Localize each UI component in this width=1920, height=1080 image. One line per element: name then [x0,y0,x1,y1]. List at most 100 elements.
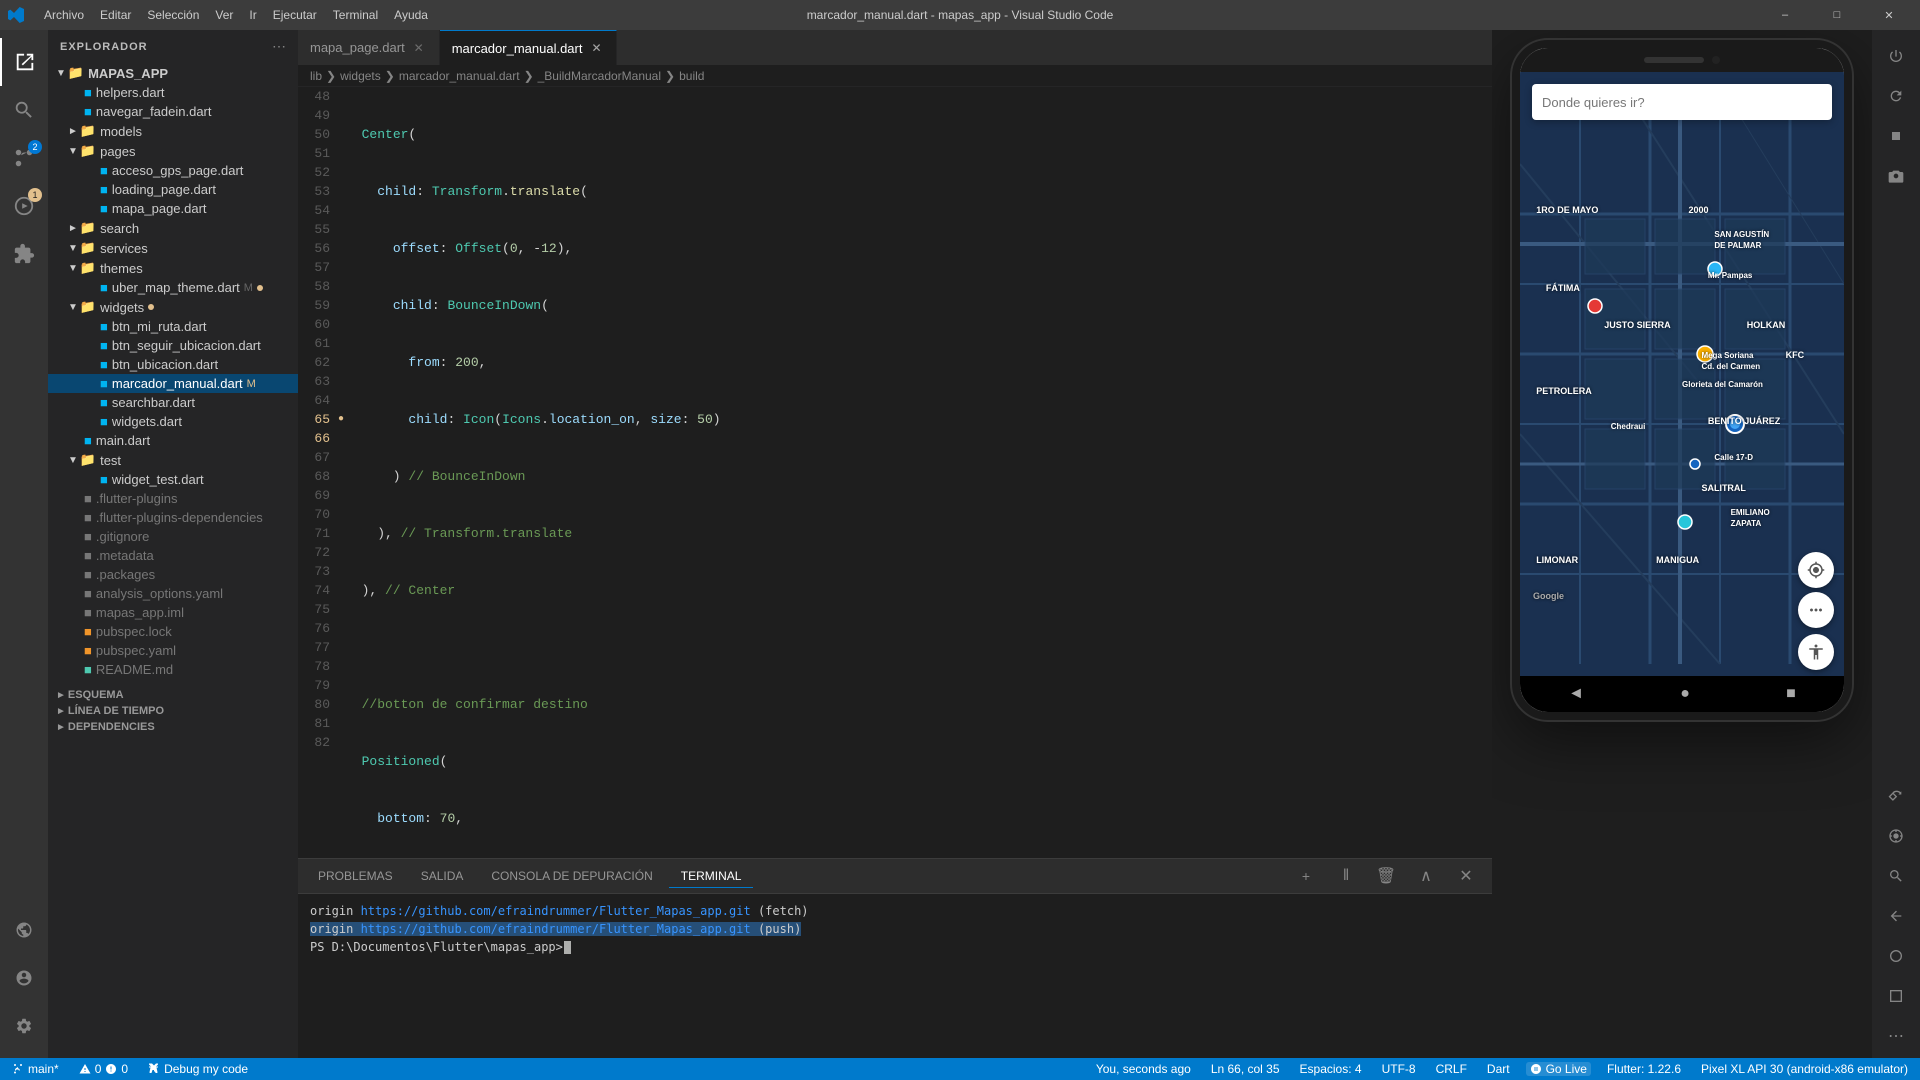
file-widget-test[interactable]: ■ widget_test.dart [48,470,298,489]
status-branch[interactable]: main* [8,1062,63,1076]
remote-icon[interactable] [0,906,48,954]
breadcrumb-lib[interactable]: lib [310,69,322,83]
file-marcador-manual[interactable]: ■ marcador_manual.dart M [48,374,298,393]
right-refresh-icon[interactable] [1878,78,1914,114]
right-search-icon[interactable] [1878,858,1914,894]
terminal-tab-consola[interactable]: CONSOLA DE DEPURACIÓN [479,865,664,888]
terminal-tab-problemas[interactable]: PROBLEMAS [306,865,405,888]
file-packages[interactable]: ■ .packages [48,565,298,584]
minimize-button[interactable]: – [1762,0,1808,30]
menu-terminal[interactable]: Terminal [325,0,386,30]
right-more-icon[interactable]: ⋯ [1878,1018,1914,1054]
status-encoding[interactable]: UTF-8 [1378,1062,1420,1076]
code-content[interactable]: Center( child: Transform.translate( offs… [342,87,1412,858]
status-spaces[interactable]: Espacios: 4 [1296,1062,1366,1076]
file-btn-ubicacion[interactable]: ■ btn_ubicacion.dart [48,355,298,374]
breadcrumb-widgets[interactable]: widgets [340,69,381,83]
breadcrumb-class[interactable]: _BuildMarcadorManual [538,69,661,83]
folder-themes[interactable]: ▼ 📁 themes [48,258,298,278]
terminal-close-icon[interactable]: ✕ [1448,858,1484,894]
settings-icon[interactable] [0,1002,48,1050]
file-navegar[interactable]: ■ navegar_fadein.dart [48,102,298,121]
file-pubspec-yaml[interactable]: ■ pubspec.yaml [48,641,298,660]
file-readme[interactable]: ■ README.md [48,660,298,679]
phone-back-button[interactable]: ◄ [1548,685,1604,703]
file-btn-seguir[interactable]: ■ btn_seguir_ubicacion.dart [48,336,298,355]
file-widgets[interactable]: ■ widgets.dart [48,412,298,431]
status-flutter[interactable]: Flutter: 1.22.6 [1603,1062,1685,1076]
right-power-icon[interactable] [1878,38,1914,74]
folder-pages[interactable]: ▼ 📁 pages [48,141,298,161]
menu-ver[interactable]: Ver [207,0,241,30]
right-stop-icon[interactable] [1878,118,1914,154]
menu-ir[interactable]: Ir [241,0,264,30]
status-edit-info[interactable]: You, seconds ago [1092,1062,1195,1076]
folder-widgets[interactable]: ▼ 📁 widgets [48,297,298,317]
file-main[interactable]: ■ main.dart [48,431,298,450]
explorer-icon[interactable] [0,38,48,86]
terminal-tab-salida[interactable]: SALIDA [409,865,476,888]
account-icon[interactable] [0,954,48,1002]
file-searchbar[interactable]: ■ searchbar.dart [48,393,298,412]
sidebar-menu-icon[interactable]: ⋯ [272,38,286,55]
file-loading[interactable]: ■ loading_page.dart [48,180,298,199]
status-position[interactable]: Ln 66, col 35 [1207,1062,1284,1076]
file-flutter-plugins-dep[interactable]: ■ .flutter-plugins-dependencies [48,508,298,527]
tab-marcador-manual[interactable]: marcador_manual.dart ✕ [440,30,618,65]
file-mapas-iml[interactable]: ■ mapas_app.iml [48,603,298,622]
tab-marcador-close[interactable]: ✕ [588,40,604,56]
file-acceso[interactable]: ■ acceso_gps_page.dart [48,161,298,180]
terminal-link-1[interactable]: https://github.com/efraindrummer/Flutter… [361,904,751,918]
right-screenshot-icon[interactable] [1878,158,1914,194]
phone-home-button[interactable]: ● [1660,685,1710,703]
file-uber-theme[interactable]: ■ uber_map_theme.dart M [48,278,298,297]
search-icon[interactable] [0,86,48,134]
folder-search[interactable]: ► 📁 search [48,218,298,238]
status-debug[interactable]: Debug my code [144,1062,252,1076]
folder-services[interactable]: ▼ 📁 services [48,238,298,258]
phone-fab-person[interactable] [1798,634,1834,670]
extensions-icon[interactable] [0,230,48,278]
status-go-live[interactable]: Go Live [1526,1062,1591,1076]
close-button[interactable]: ✕ [1866,0,1912,30]
section-dependencies[interactable]: ► DEPENDENCIES [48,719,298,735]
file-btn-ruta[interactable]: ■ btn_mi_ruta.dart [48,317,298,336]
menu-editar[interactable]: Editar [92,0,139,30]
terminal-link-2[interactable]: https://github.com/efraindrummer/Flutter… [361,922,751,936]
status-line-ending[interactable]: CRLF [1432,1062,1471,1076]
menu-ayuda[interactable]: Ayuda [386,0,436,30]
folder-models[interactable]: ► 📁 models [48,121,298,141]
terminal-maximize-icon[interactable]: ∧ [1408,858,1444,894]
terminal-split-icon[interactable]: ‖ [1328,858,1364,894]
phone-fab-more[interactable] [1798,592,1834,628]
file-pubspec-lock[interactable]: ■ pubspec.lock [48,622,298,641]
phone-search-bar[interactable]: Donde quieres ir? [1532,84,1832,120]
phone-recent-button[interactable]: ■ [1766,685,1816,703]
debug-icon[interactable]: 1 [0,182,48,230]
tab-mapa-close[interactable]: ✕ [411,40,427,56]
file-mapa-page[interactable]: ■ mapa_page.dart [48,199,298,218]
menu-ejecutar[interactable]: Ejecutar [265,0,325,30]
folder-test[interactable]: ▼ 📁 test [48,450,298,470]
right-target-icon[interactable] [1878,818,1914,854]
breadcrumb-file[interactable]: marcador_manual.dart [399,69,520,83]
status-errors[interactable]: 0 0 [75,1062,132,1076]
source-control-icon[interactable]: 2 [0,134,48,182]
right-square-icon[interactable] [1878,978,1914,1014]
terminal-tab-terminal[interactable]: TERMINAL [669,865,754,888]
right-back-icon[interactable] [1878,898,1914,934]
file-helpers[interactable]: ■ helpers.dart [48,83,298,102]
status-pixel[interactable]: Pixel XL API 30 (android-x86 emulator) [1697,1062,1912,1076]
breadcrumb-method[interactable]: build [679,69,704,83]
section-esquema[interactable]: ► ESQUEMA [48,687,298,703]
maximize-button[interactable]: □ [1814,0,1860,30]
status-language[interactable]: Dart [1483,1062,1514,1076]
section-timeline[interactable]: ► LÍNEA DE TIEMPO [48,703,298,719]
right-circle-icon[interactable] [1878,938,1914,974]
file-gitignore[interactable]: ■ .gitignore [48,527,298,546]
root-folder[interactable]: ▼ 📁 MAPAS_APP [48,63,298,83]
file-flutter-plugins[interactable]: ■ .flutter-plugins [48,489,298,508]
code-editor[interactable]: 48 49 50 51 52 53 54 55 56 57 58 59 60 6… [298,87,1492,858]
file-metadata[interactable]: ■ .metadata [48,546,298,565]
menu-seleccion[interactable]: Selección [139,0,207,30]
